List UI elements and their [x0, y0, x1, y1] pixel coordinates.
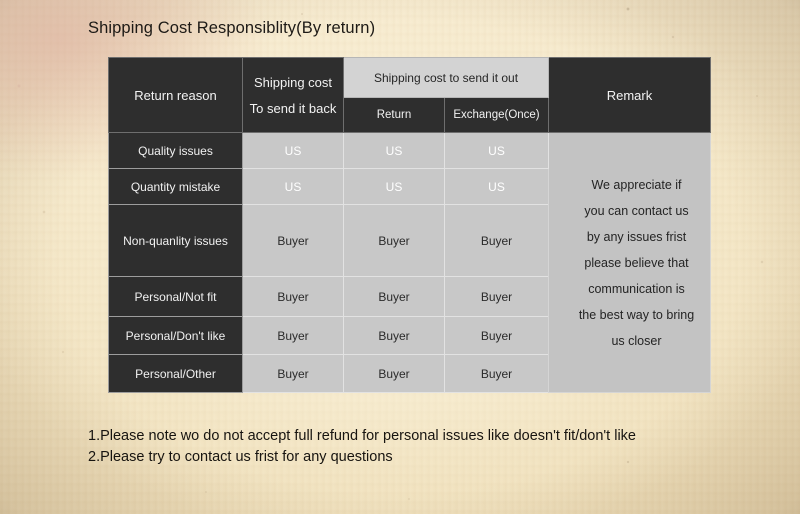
remark-line: by any issues frist — [586, 229, 687, 244]
cell-personal-other-send-back: Buyer — [242, 354, 344, 393]
cell-quality-issues-send-back: US — [242, 132, 344, 169]
row-label-personal-dont-like: Personal/Don't like — [108, 316, 243, 355]
footer-note-1: 1.Please note wo do not accept full refu… — [88, 428, 636, 444]
cell-quality-issues-return: US — [343, 132, 445, 169]
cell-personal-not-fit-send-back: Buyer — [242, 276, 344, 317]
cell-quantity-mistake-send-back: US — [242, 168, 344, 205]
remark-text-block: We appreciate if you can contact us by a… — [548, 132, 711, 393]
shipping-responsibility-table: Return reason Shipping cost To send it b… — [108, 56, 711, 393]
table-row: Quality issues US US US We appreciate if… — [108, 132, 711, 393]
cell-non-quality-issues-exchange: Buyer — [444, 204, 549, 277]
cell-quality-issues-exchange: US — [444, 132, 549, 169]
cell-non-quality-issues-send-back: Buyer — [242, 204, 344, 277]
page-title: Shipping Cost Responsiblity(By return) — [88, 19, 376, 37]
cell-quantity-mistake-exchange: US — [444, 168, 549, 205]
header-return-reason: Return reason — [108, 57, 243, 133]
row-label-personal-other: Personal/Other — [108, 354, 243, 393]
row-label-personal-not-fit: Personal/Not fit — [108, 276, 243, 317]
remark-line: communication is — [588, 281, 685, 296]
row-label-non-quality-issues: Non-quanlity issues — [108, 204, 243, 277]
remark-line: We appreciate if — [591, 177, 682, 192]
cell-personal-dont-like-send-back: Buyer — [242, 316, 344, 355]
remark-line: please believe that — [584, 255, 689, 270]
table-header-row-primary: Return reason Shipping cost To send it b… — [108, 56, 711, 133]
cell-personal-not-fit-return: Buyer — [343, 276, 445, 317]
shipping-policy-banner: Shipping Cost Responsiblity(By return) R… — [0, 0, 800, 514]
shipping-responsibility-table-container: Return reason Shipping cost To send it b… — [108, 56, 711, 393]
row-label-quality-issues: Quality issues — [108, 132, 243, 169]
row-label-quantity-mistake: Quantity mistake — [108, 168, 243, 205]
remark-line: us closer — [611, 333, 662, 348]
header-remark: Remark — [548, 57, 711, 133]
footer-notes: 1.Please note wo do not accept full refu… — [88, 426, 636, 468]
footer-note-2: 2.Please try to contact us frist for any… — [88, 449, 393, 465]
cell-personal-other-exchange: Buyer — [444, 354, 549, 393]
header-send-back-line-1: Shipping cost — [253, 74, 333, 90]
cell-quantity-mistake-return: US — [343, 168, 445, 205]
cell-personal-dont-like-exchange: Buyer — [444, 316, 549, 355]
cell-non-quality-issues-return: Buyer — [343, 204, 445, 277]
header-send-back-line-2: To send it back — [249, 100, 337, 116]
cell-personal-not-fit-exchange: Buyer — [444, 276, 549, 317]
header-shipping-cost-send-out: Shipping cost to send it out — [343, 56, 549, 99]
header-sub-exchange: Exchange(Once) — [444, 97, 549, 133]
remark-line: you can contact us — [584, 203, 689, 218]
cell-personal-dont-like-return: Buyer — [343, 316, 445, 355]
remark-line: the best way to bring — [578, 307, 695, 322]
header-sub-return: Return — [343, 97, 445, 133]
cell-personal-other-return: Buyer — [343, 354, 445, 393]
header-shipping-cost-send-back: Shipping cost To send it back — [242, 57, 344, 133]
